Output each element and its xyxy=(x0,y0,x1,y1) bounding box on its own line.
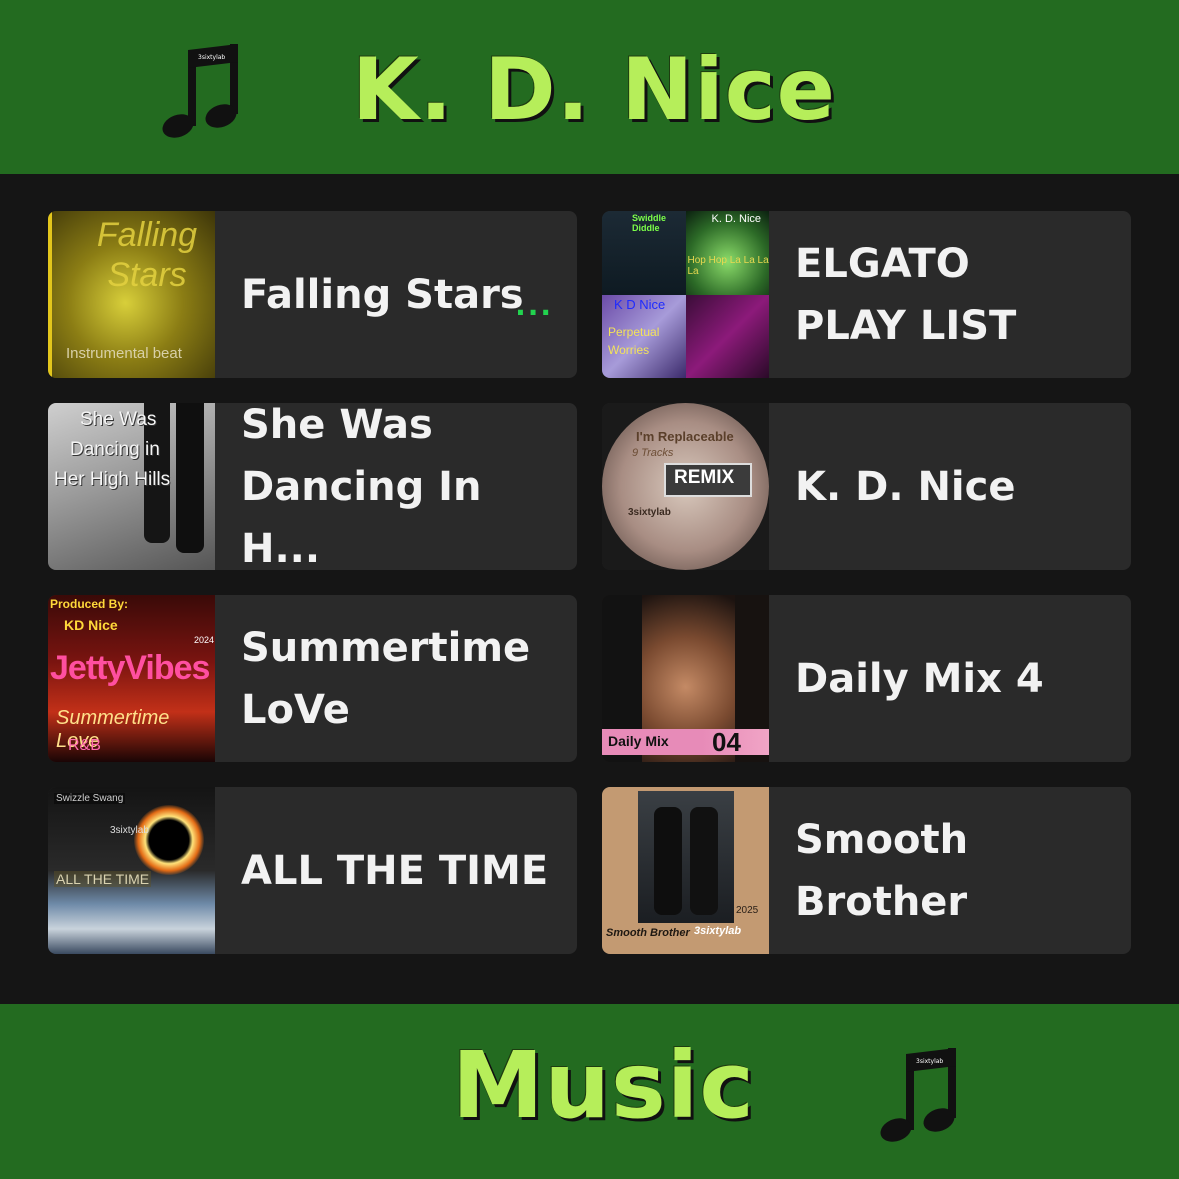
cover-art-smooth-brother: 2025 Smooth Brother 3sixtylab xyxy=(602,787,769,954)
tile-all-the-time[interactable]: Swizzle Swang 3sixtylab ALL THE TIME ALL… xyxy=(48,787,577,954)
cover-art-summertime-love: Produced By: KD Nice 2024 JettyVibes Sum… xyxy=(48,595,215,762)
cover-art-kd-nice: I'm Replaceable 9 Tracks REMIX 3sixtylab xyxy=(602,403,769,570)
tile-title: She Was Dancing In H... xyxy=(241,403,482,570)
tile-falling-stars[interactable]: Falling Stars Instrumental beat Falling … xyxy=(48,211,577,378)
tile-title: K. D. Nice xyxy=(795,463,1016,510)
tile-title: ELGATO PLAY LIST xyxy=(795,240,1017,349)
svg-text:3sixtylab: 3sixtylab xyxy=(198,54,225,61)
music-note-icon: 3sixtylab xyxy=(162,44,238,138)
tile-daily-mix-4[interactable]: Daily Mix 04 Daily Mix 4 xyxy=(602,595,1131,762)
cover-art-she-was-dancing: She Was Dancing in Her High Hills xyxy=(48,403,215,570)
tile-kd-nice[interactable]: I'm Replaceable 9 Tracks REMIX 3sixtylab… xyxy=(602,403,1131,570)
cover-art-daily-mix: Daily Mix 04 xyxy=(602,595,769,762)
tile-title: Summertime LoVe xyxy=(241,624,531,733)
tile-smooth-brother[interactable]: 2025 Smooth Brother 3sixtylab Smooth Brot… xyxy=(602,787,1131,954)
cover-art-all-the-time: Swizzle Swang 3sixtylab ALL THE TIME xyxy=(48,787,215,954)
music-note-icon: 3sixtylab xyxy=(880,1048,956,1142)
header-band: 3sixtylab K. D. Nice xyxy=(0,0,1179,174)
svg-text:3sixtylab: 3sixtylab xyxy=(916,1058,943,1065)
more-options-button[interactable]: ... xyxy=(515,289,553,322)
tile-summertime-love[interactable]: Produced By: KD Nice 2024 JettyVibes Sum… xyxy=(48,595,577,762)
tile-title: ALL THE TIME xyxy=(241,847,549,894)
cover-art-falling-stars: Falling Stars Instrumental beat xyxy=(48,211,215,378)
tile-title: Falling Stars xyxy=(241,271,524,318)
tile-title: Daily Mix 4 xyxy=(795,655,1044,702)
tile-she-was-dancing[interactable]: She Was Dancing in Her High Hills She Wa… xyxy=(48,403,577,570)
cover-art-elgato-collage: Swiddle Diddle K. D. Nice Hop Hop La La … xyxy=(602,211,769,378)
tile-title: Smooth Brother xyxy=(795,816,969,925)
app-title: K. D. Nice xyxy=(352,40,837,140)
footer-band: Music 3sixtylab xyxy=(0,1004,1179,1179)
tile-elgato-playlist[interactable]: Swiddle Diddle K. D. Nice Hop Hop La La … xyxy=(602,211,1131,378)
footer-title: Music xyxy=(452,1032,755,1139)
